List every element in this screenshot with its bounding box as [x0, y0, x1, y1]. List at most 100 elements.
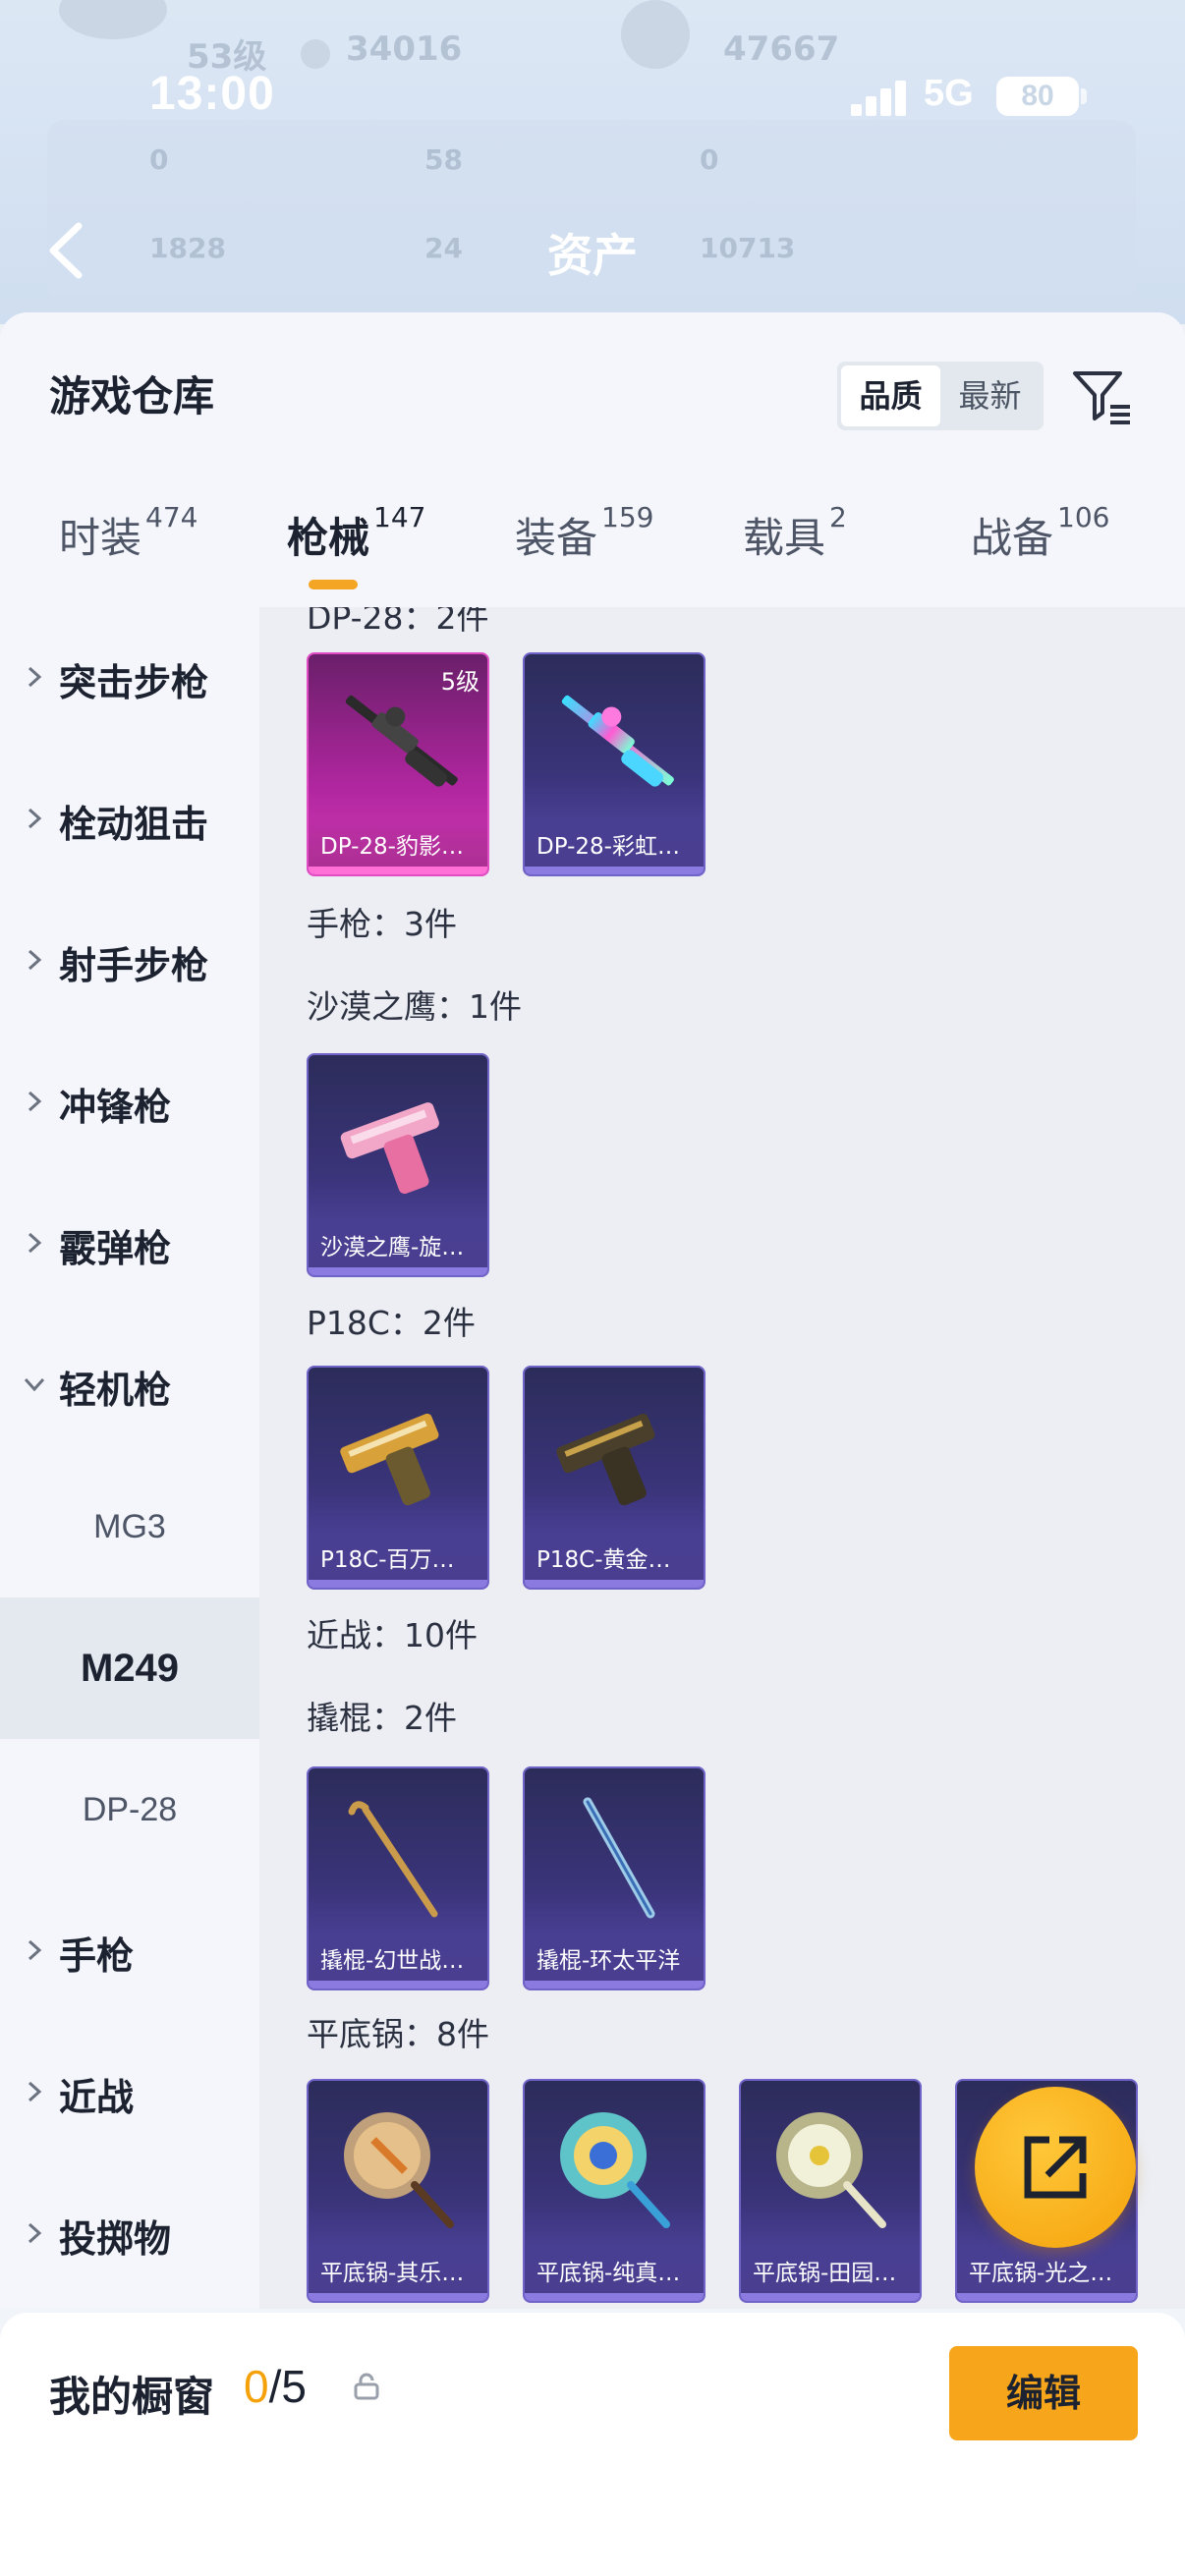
share-button[interactable] [975, 2087, 1136, 2248]
edit-button[interactable]: 编辑 [949, 2346, 1138, 2440]
rarity-bar [957, 2293, 1136, 2301]
rarity-bar [309, 2293, 487, 2301]
item-card[interactable]: P18C-黄金… [523, 1366, 705, 1590]
sidebar-item-pistol[interactable]: 手枪 [0, 1880, 259, 2022]
active-tab-indicator [309, 580, 358, 589]
pistol-icon [556, 1413, 655, 1506]
share-icon [1024, 2136, 1087, 2199]
sidebar-item-label: 霰弹枪 [59, 1227, 172, 1270]
tab-count: 106 [1057, 501, 1110, 533]
status-bar: 13:00 5G 80 [0, 67, 1185, 126]
item-card[interactable]: 平底锅-纯真… [523, 2079, 705, 2303]
chevron-right-icon [28, 2081, 42, 2102]
chevron-right-icon [28, 808, 42, 829]
pan-icon [776, 2112, 886, 2228]
sidebar-item-throwable[interactable]: 投掷物 [0, 2163, 259, 2305]
tab-equipment[interactable]: 装备 159 [515, 501, 653, 607]
chevron-down-icon [24, 1377, 45, 1392]
network-type: 5G [924, 73, 974, 114]
stat-ghost-1: 0 [149, 143, 169, 176]
item-card[interactable]: P18C-百万… [307, 1366, 489, 1590]
pistol-icon [340, 1413, 439, 1506]
item-card[interactable]: 5级 DP-28-豹影… [307, 652, 489, 876]
tab-count: 147 [373, 501, 426, 533]
item-card[interactable]: 沙漠之鹰-旋… [307, 1053, 489, 1277]
crowbar-icon [583, 1797, 655, 1919]
avatar-ghost [59, 0, 167, 39]
sidebar-item-marksman-rifle[interactable]: 射手步枪 [0, 890, 259, 1032]
group-label: P18C：2件 [307, 1304, 476, 1342]
group-label: 撬棍：2件 [307, 1699, 457, 1737]
sidebar-item-label: 突击步枪 [59, 661, 209, 704]
tab-firearms[interactable]: 枪械 147 [287, 501, 425, 607]
sidebar-item-label: 栓动狙击 [59, 803, 209, 846]
nav-bar: 资产 [0, 212, 1185, 287]
rarity-bar [309, 867, 487, 874]
filter-icon[interactable] [1069, 364, 1134, 428]
rarity-bar [525, 1981, 704, 1988]
rarity-bar [525, 1580, 704, 1588]
item-card[interactable]: DP-28-彩虹… [523, 652, 705, 876]
page-title: 资产 [547, 229, 638, 282]
tab-vehicles[interactable]: 载具 2 [743, 501, 847, 607]
tab-label: 枪械 [287, 514, 370, 562]
item-tier: 5级 [440, 668, 480, 696]
machine-gun-icon [561, 695, 674, 787]
chevron-right-icon [28, 1232, 42, 1254]
pan-icon [344, 2112, 454, 2228]
sidebar-item-shotgun[interactable]: 霰弹枪 [0, 1173, 259, 1315]
sort-newest[interactable]: 最新 [940, 365, 1040, 426]
group-label: 平底锅：8件 [307, 2015, 489, 2053]
sidebar-sub-mg3[interactable]: MG3 [0, 1456, 259, 1597]
sidebar-item-melee[interactable]: 近战 [0, 2022, 259, 2163]
group-label: 沙漠之鹰：1件 [307, 987, 522, 1026]
badge-ghost-icon [621, 0, 690, 69]
chevron-right-icon [28, 949, 42, 971]
group-label: 手枪：3件 [307, 905, 457, 943]
battery-icon: 80 [996, 77, 1079, 116]
rarity-bar [309, 1267, 487, 1275]
tab-label: 载具 [743, 514, 826, 562]
sort-quality[interactable]: 品质 [841, 365, 940, 426]
battery-tip [1081, 88, 1087, 104]
showcase-bar: 我的橱窗 0/5 编辑 [0, 2313, 1185, 2576]
sidebar-sub-m249[interactable]: M249 [0, 1597, 259, 1739]
lock-icon [354, 2373, 379, 2400]
stat-ghost-2: 58 [424, 143, 463, 176]
warehouse-header: 游戏仓库 品质 最新 时装 474 枪械 147 装备 159 载具 2 战备 106 [0, 312, 1185, 607]
tab-label: 时装 [59, 514, 142, 562]
currency-ghost-2: 47667 [723, 29, 840, 69]
sort-toggle: 品质 最新 [837, 362, 1044, 430]
sidebar-item-assault-rifle[interactable]: 突击步枪 [0, 607, 259, 749]
sidebar-item-label: 手枪 [59, 1934, 135, 1978]
warehouse-title: 游戏仓库 [49, 372, 215, 420]
coin-ghost-icon [301, 39, 330, 69]
sidebar-item-label: 轻机枪 [59, 1369, 172, 1412]
sidebar-item-label: 射手步枪 [59, 944, 209, 987]
sidebar-item-smg[interactable]: 冲锋枪 [0, 1032, 259, 1173]
rarity-bar [309, 1580, 487, 1588]
showcase-count: 0/5 [244, 2360, 307, 2413]
tab-label: 装备 [515, 514, 598, 562]
tab-gear[interactable]: 战备 106 [971, 501, 1109, 607]
sidebar-item-label: 投掷物 [59, 2217, 172, 2261]
item-grid: DP-28：2件 5级 DP-28-豹影… DP-28-彩虹… 手枪：3件 沙漠… [259, 607, 1185, 2309]
chevron-right-icon [28, 1939, 42, 1961]
signal-icon [851, 81, 906, 116]
item-card[interactable]: 平底锅-其乐… [307, 2079, 489, 2303]
rarity-bar [741, 2293, 920, 2301]
item-card[interactable]: 撬棍-幻世战… [307, 1766, 489, 1990]
showcase-used: 0 [244, 2361, 269, 2412]
sidebar-item-label: 冲锋枪 [59, 1086, 172, 1129]
sidebar-item-bolt-sniper[interactable]: 栓动狙击 [0, 749, 259, 890]
category-tabs: 时装 474 枪械 147 装备 159 载具 2 战备 106 [0, 501, 1185, 607]
item-card[interactable]: 平底锅-田园… [739, 2079, 922, 2303]
sidebar-sub-dp28[interactable]: DP-28 [0, 1739, 259, 1880]
tab-fashion[interactable]: 时装 474 [59, 501, 198, 607]
sidebar-item-label: 近战 [59, 2076, 135, 2119]
group-label: DP-28：2件 [307, 607, 489, 637]
rarity-bar [525, 867, 704, 874]
item-card[interactable]: 撬棍-环太平洋 [523, 1766, 705, 1990]
sidebar-item-lmg[interactable]: 轻机枪 [0, 1315, 259, 1456]
rarity-bar [525, 2293, 704, 2301]
